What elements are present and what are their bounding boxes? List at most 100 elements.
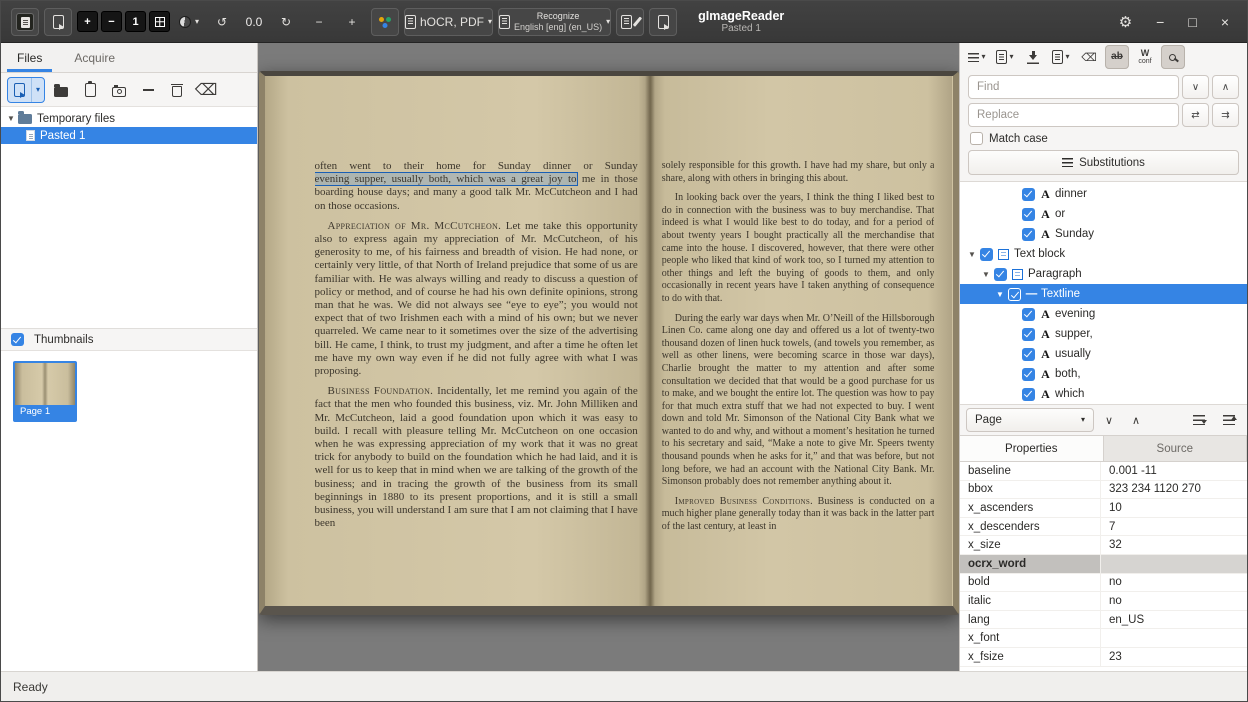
find-input[interactable] — [968, 75, 1179, 99]
swap-source-dropdown[interactable]: ▾ — [993, 45, 1017, 69]
hocr-tree-item[interactable]: Adinner — [960, 184, 1247, 204]
find-replace-toggle[interactable] — [1161, 45, 1185, 69]
tab-files[interactable]: Files — [1, 43, 58, 72]
navigate-next-button[interactable]: ∨ — [1097, 408, 1121, 432]
minimize-button[interactable]: − — [1156, 14, 1164, 30]
maximize-button[interactable]: □ — [1188, 14, 1196, 30]
rotate-right-button[interactable]: ↻ — [272, 8, 300, 36]
item-checkbox[interactable] — [1022, 388, 1035, 401]
property-row[interactable]: x_fsize23 — [960, 648, 1247, 667]
item-checkbox[interactable] — [1022, 348, 1035, 361]
export-icon — [658, 15, 669, 29]
app-menu-button[interactable] — [11, 8, 39, 36]
settings-button[interactable]: ⚙ — [1119, 13, 1132, 31]
recognize-language-dropdown[interactable]: Recognize English [eng] (en_US) ▾ — [498, 8, 611, 36]
tab-acquire[interactable]: Acquire — [58, 43, 131, 72]
expand-all-button[interactable] — [1187, 408, 1211, 432]
hocr-tree-item[interactable]: Aevening — [960, 304, 1247, 324]
property-row[interactable]: x_font — [960, 629, 1247, 648]
paste-button[interactable]: ▾ — [7, 77, 45, 103]
hocr-tree-item[interactable]: ASunday — [960, 224, 1247, 244]
item-checkbox[interactable] — [994, 268, 1007, 281]
ocr-mode-dropdown[interactable]: hOCR, PDF ▾ — [404, 8, 493, 36]
tab-properties[interactable]: Properties — [960, 436, 1104, 461]
replace-all-button[interactable]: ⇉ — [1212, 103, 1239, 127]
page-thumbnail[interactable]: Page 1 — [13, 361, 77, 422]
hocr-tree-item[interactable]: Aboth, — [960, 364, 1247, 384]
item-checkbox[interactable] — [1022, 208, 1035, 221]
thumbnails-checkbox[interactable] — [11, 333, 24, 346]
chevron-down-icon: ▾ — [981, 53, 985, 61]
angle-decrease-button[interactable]: − — [305, 8, 333, 36]
paste-options-caret[interactable]: ▾ — [31, 78, 44, 102]
delete-file-button[interactable] — [164, 77, 190, 103]
tree-item-pasted-1[interactable]: Pasted 1 — [1, 127, 257, 144]
export-button[interactable] — [649, 8, 677, 36]
image-canvas[interactable]: often went to their home for Sunday dinn… — [258, 43, 959, 671]
hocr-tree-item[interactable]: Awhich — [960, 384, 1247, 404]
remove-page-button[interactable] — [135, 77, 161, 103]
hocr-tree-item[interactable]: Asupper, — [960, 324, 1247, 344]
close-button[interactable]: × — [1221, 14, 1229, 30]
substitutions-button[interactable]: Substitutions — [968, 150, 1239, 175]
hocr-tree-item[interactable]: ▼—Textline — [960, 284, 1247, 304]
property-row[interactable]: italicno — [960, 592, 1247, 611]
open-hocr-button[interactable] — [1021, 45, 1045, 69]
clear-files-button[interactable]: ⌫ — [193, 77, 219, 103]
property-row[interactable]: x_size32 — [960, 536, 1247, 555]
zoom-out-button[interactable]: − — [101, 11, 122, 32]
property-row[interactable]: boldno — [960, 574, 1247, 593]
screenshot-button[interactable] — [106, 77, 132, 103]
expander-icon[interactable]: ▼ — [5, 114, 17, 123]
tree-item-temporary-files[interactable]: ▼ Temporary files — [1, 110, 257, 127]
expander-icon[interactable]: ▼ — [980, 270, 992, 279]
find-previous-button[interactable]: ∧ — [1212, 75, 1239, 99]
rotate-left-button[interactable]: ↺ — [208, 8, 236, 36]
item-checkbox[interactable] — [1022, 368, 1035, 381]
property-row[interactable]: baseline0.001 -11 — [960, 462, 1247, 481]
item-checkbox[interactable] — [1022, 188, 1035, 201]
zoom-in-button[interactable]: + — [77, 11, 98, 32]
image-controls-dropdown[interactable]: ▾ — [175, 8, 203, 36]
selected-textline-highlight[interactable]: evening supper, usually both, which was … — [315, 173, 577, 185]
property-row[interactable]: bbox323 234 1120 270 — [960, 481, 1247, 500]
expander-icon[interactable]: ▼ — [966, 250, 978, 259]
tab-source[interactable]: Source — [1104, 436, 1248, 461]
open-file-button[interactable] — [48, 77, 74, 103]
property-row[interactable]: langen_US — [960, 611, 1247, 630]
item-checkbox[interactable] — [980, 248, 993, 261]
insert-mode-dropdown[interactable]: ▾ — [965, 45, 989, 69]
find-next-button[interactable]: ∨ — [1182, 75, 1209, 99]
expander-icon[interactable]: ▼ — [994, 290, 1006, 299]
zoom-original-button[interactable]: 1 — [125, 11, 146, 32]
item-checkbox[interactable] — [1022, 328, 1035, 341]
property-row[interactable]: x_descenders7 — [960, 518, 1247, 537]
save-hocr-dropdown[interactable]: ▾ — [1049, 45, 1073, 69]
hocr-tree-item[interactable]: Aor — [960, 204, 1247, 224]
item-checkbox[interactable] — [1008, 288, 1021, 301]
window-title-box: gImageReader Pasted 1 — [698, 9, 784, 35]
property-row[interactable]: ocrx_word — [960, 555, 1247, 574]
match-case-checkbox[interactable] — [970, 132, 983, 145]
rotation-angle-value[interactable]: 0.0 — [241, 15, 267, 29]
hocr-edit-button[interactable] — [616, 8, 644, 36]
replace-button[interactable]: ⇄ — [1182, 103, 1209, 127]
word-confidence-toggle[interactable]: W conf — [1133, 45, 1157, 69]
item-checkbox[interactable] — [1022, 308, 1035, 321]
navigate-previous-button[interactable]: ∧ — [1124, 408, 1148, 432]
clipboard-button[interactable] — [77, 77, 103, 103]
hocr-tree-item[interactable]: Ausually — [960, 344, 1247, 364]
angle-increase-button[interactable]: + — [338, 8, 366, 36]
property-row[interactable]: x_ascenders10 — [960, 499, 1247, 518]
zoom-fit-button[interactable] — [149, 11, 170, 32]
hocr-tree-item[interactable]: ▼Paragraph — [960, 264, 1247, 284]
item-checkbox[interactable] — [1022, 228, 1035, 241]
replace-input[interactable] — [968, 103, 1179, 127]
clear-hocr-button[interactable]: ⌫ — [1077, 45, 1101, 69]
strike-words-toggle[interactable] — [1105, 45, 1129, 69]
navigation-level-selector[interactable]: Page ▾ — [966, 408, 1094, 432]
paste-image-button[interactable] — [44, 8, 72, 36]
hocr-tree-item[interactable]: ▼Text block — [960, 244, 1247, 264]
ocr-engine-button[interactable] — [371, 8, 399, 36]
collapse-all-button[interactable] — [1217, 408, 1241, 432]
